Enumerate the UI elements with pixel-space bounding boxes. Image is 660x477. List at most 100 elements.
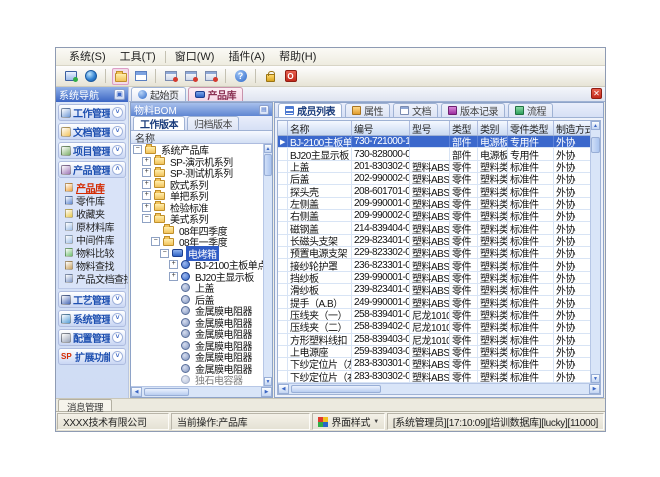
- column-header-6[interactable]: 零件类型: [508, 121, 554, 135]
- toolbar-help-button[interactable]: ?: [232, 68, 249, 85]
- tree-column-header[interactable]: 名称: [131, 131, 272, 144]
- sidebar-collapse-button[interactable]: ▣: [114, 89, 125, 100]
- table-row[interactable]: 预置电源支架229-823302-00I塑料ABS零件塑料类标准件外协条: [278, 247, 590, 259]
- scroll-thumb[interactable]: [264, 154, 272, 176]
- tab-workflow[interactable]: 流程: [508, 103, 553, 117]
- menu-item-3[interactable]: 窗口(W): [168, 49, 222, 65]
- table-row[interactable]: 上电源座259-839403-00I塑料ABS零件塑料类标准件外协条: [278, 346, 590, 358]
- chevron-down-icon[interactable]: ˅: [112, 294, 123, 305]
- table-row[interactable]: BJ20主显示板730-828000-04I部件电源板专用件外协颗: [278, 148, 590, 160]
- menu-item-1[interactable]: 系统(S): [62, 49, 113, 65]
- chevron-down-icon[interactable]: ˅: [112, 351, 123, 362]
- sidebar-group-3-header[interactable]: 项目管理˅: [58, 142, 126, 159]
- table-row[interactable]: 磁钢盖214-839404-01I塑料ABS零件塑料类标准件外协条: [278, 222, 590, 234]
- toolbar-globe-button[interactable]: [82, 68, 99, 85]
- expand-plus-icon[interactable]: +: [169, 272, 178, 281]
- toolbar-window-close-button[interactable]: [202, 68, 219, 85]
- table-row[interactable]: 提手（A.B）249-990001-01I塑料ABS零件塑料类标准件外协条: [278, 296, 590, 308]
- toolbar-monitor-button[interactable]: [62, 68, 79, 85]
- tab-version-history[interactable]: 版本记录: [441, 103, 505, 117]
- menu-item-4[interactable]: 插件(A): [221, 49, 272, 65]
- sidebar-group-7-header[interactable]: 配置管理˅: [58, 329, 126, 346]
- expand-plus-icon[interactable]: +: [142, 168, 151, 177]
- chevron-down-icon[interactable]: ˅: [112, 145, 123, 156]
- toolbar-folder-button[interactable]: [112, 68, 129, 85]
- scroll-up-icon[interactable]: ▲: [264, 144, 272, 153]
- column-header-4[interactable]: 类型: [450, 121, 478, 135]
- chevron-down-icon[interactable]: ˅: [112, 313, 123, 324]
- sidebar-group-5-header[interactable]: 工艺管理˅: [58, 291, 126, 308]
- doc-tab-start-page[interactable]: 起始页: [131, 87, 186, 101]
- table-row[interactable]: 压线夹（二）258-839402-00I尼龙1010零件塑料类标准件外协条: [278, 321, 590, 333]
- expand-plus-icon[interactable]: +: [142, 191, 151, 200]
- table-vertical-scrollbar[interactable]: ▲ ▼: [590, 121, 600, 383]
- scroll-thumb[interactable]: [291, 385, 381, 393]
- table-row[interactable]: 方形塑料线扣258-839403-00I尼龙1010零件塑料类标准件外协条: [278, 334, 590, 346]
- collapse-minus-icon[interactable]: −: [160, 249, 169, 258]
- table-row[interactable]: 后盖202-990002-01I塑料ABS零件塑料类标准件外协条: [278, 173, 590, 185]
- expand-plus-icon[interactable]: +: [142, 157, 151, 166]
- sidebar-group-4-header[interactable]: 产品管理˄: [58, 161, 126, 178]
- tab-member-list[interactable]: 成员列表: [278, 103, 342, 117]
- column-header-3[interactable]: 型号: [410, 121, 450, 135]
- tab-archived-version[interactable]: 归档版本: [187, 116, 239, 130]
- column-header-7[interactable]: 制造方式: [554, 121, 590, 135]
- tree-node[interactable]: −独石电容器: [131, 374, 263, 386]
- scroll-up-icon[interactable]: ▲: [591, 121, 600, 130]
- tab-working-version[interactable]: 工作版本: [133, 116, 185, 130]
- table-row[interactable]: 长磁头支架229-823401-00I塑料ABS零件塑料类标准件外协条: [278, 235, 590, 247]
- table-row[interactable]: 左侧盖209-990001-01I塑料ABS零件塑料类标准件外协条: [278, 198, 590, 210]
- sidebar-group-2-header[interactable]: 文档管理˅: [58, 123, 126, 140]
- tab-properties[interactable]: 属性: [345, 103, 390, 117]
- bom-panel-pin-icon[interactable]: ▤: [259, 105, 269, 115]
- tree-horizontal-scrollbar[interactable]: ◀ ▶: [131, 386, 272, 397]
- collapse-minus-icon[interactable]: −: [142, 214, 151, 223]
- table-row[interactable]: 探头壳208-601701-01I塑料ABS零件塑料类标准件外协条: [278, 185, 590, 197]
- chevron-up-icon[interactable]: ˄: [112, 164, 123, 175]
- table-row[interactable]: 上盖201-830302-00I塑料ABS零件塑料类标准件外协条: [278, 161, 590, 173]
- chevron-down-icon[interactable]: ˅: [112, 332, 123, 343]
- document-close-icon[interactable]: ✕: [591, 88, 602, 99]
- ui-style-selector[interactable]: 界面样式 ▼: [312, 413, 384, 430]
- toolbar-table-button[interactable]: [132, 68, 149, 85]
- table-row[interactable]: 滑纱板239-823401-00I塑料ABS零件塑料类标准件外协条: [278, 284, 590, 296]
- scroll-thumb[interactable]: [591, 137, 600, 153]
- sidebar-group-1-header[interactable]: 工作管理˅: [58, 104, 126, 121]
- chevron-down-icon[interactable]: ˅: [112, 126, 123, 137]
- table-row[interactable]: 右侧盖209-990002-01I塑料ABS零件塑料类标准件外协条: [278, 210, 590, 222]
- sidebar-group-8-header[interactable]: SP扩展功能˅: [58, 348, 126, 365]
- tab-documents[interactable]: 文档: [393, 103, 438, 117]
- table-row[interactable]: 下纱定位片（右）283-830302-00I塑料ABS零件塑料类标准件外协条: [278, 371, 590, 383]
- toolbar-window-new-button[interactable]: [162, 68, 179, 85]
- scroll-thumb[interactable]: [144, 388, 189, 396]
- expand-plus-icon[interactable]: +: [142, 180, 151, 189]
- table-row[interactable]: 下纱定位片（左）283-830301-00I塑料ABS零件塑料类标准件外协条: [278, 358, 590, 370]
- table-row[interactable]: 压线夹（一）258-839401-00I尼龙1010零件塑料类标准件外协条: [278, 309, 590, 321]
- expand-plus-icon[interactable]: +: [142, 203, 151, 212]
- sidebar-group-6-header[interactable]: 系统管理˅: [58, 310, 126, 327]
- doc-tab-product-library[interactable]: 产品库: [188, 87, 244, 101]
- menu-item-2[interactable]: 工具(T): [113, 49, 163, 65]
- toolbar-window-arrange-button[interactable]: [182, 68, 199, 85]
- tree-vertical-scrollbar[interactable]: ▲ ▼: [263, 144, 272, 386]
- scroll-right-icon[interactable]: ▶: [589, 384, 600, 394]
- sidebar-item-doc-search[interactable]: 产品文档查找: [65, 272, 125, 285]
- table-row[interactable]: 挡纱板239-990001-01I塑料ABS零件塑料类标准件外协条: [278, 272, 590, 284]
- scroll-left-icon[interactable]: ◀: [278, 384, 289, 394]
- scroll-left-icon[interactable]: ◀: [131, 387, 142, 397]
- toolbar-exit-button[interactable]: O: [282, 68, 299, 85]
- toolbar-lock-button[interactable]: [262, 68, 279, 85]
- collapse-minus-icon[interactable]: −: [133, 145, 142, 154]
- table-row[interactable]: 接纱轮护罩236-823301-00I塑料ABS零件塑料类标准件外协条: [278, 259, 590, 271]
- column-header-2[interactable]: 编号: [352, 121, 410, 135]
- table-horizontal-scrollbar[interactable]: ◀ ▶: [278, 383, 600, 394]
- column-header-5[interactable]: 类别: [478, 121, 508, 135]
- scroll-down-icon[interactable]: ▼: [591, 374, 600, 383]
- table-row[interactable]: ▶BJ-2100主板单点730-721000-12I部件电源板专用件外协颗: [278, 136, 590, 148]
- tab-message-management[interactable]: 消息管理: [58, 399, 112, 411]
- expand-plus-icon[interactable]: +: [169, 260, 178, 269]
- collapse-minus-icon[interactable]: −: [151, 237, 160, 246]
- menu-item-5[interactable]: 帮助(H): [272, 49, 323, 65]
- scroll-down-icon[interactable]: ▼: [264, 377, 272, 386]
- chevron-down-icon[interactable]: ˅: [112, 107, 123, 118]
